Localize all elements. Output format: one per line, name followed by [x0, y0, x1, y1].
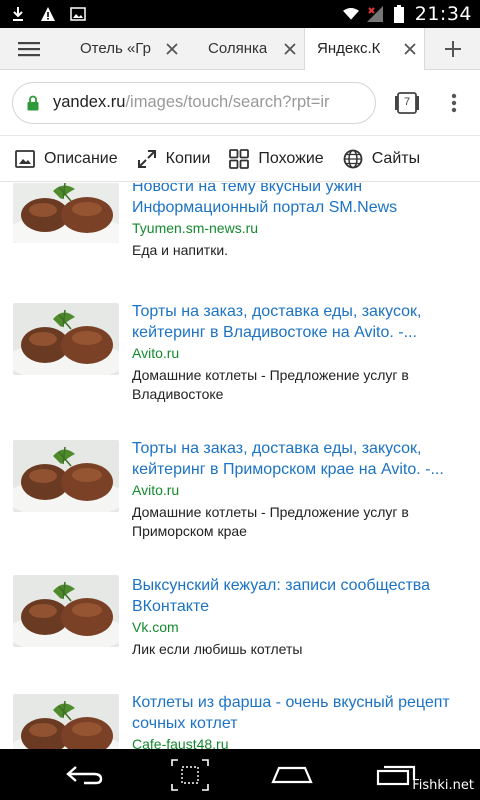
- home-icon: [271, 766, 313, 783]
- result-description: Еда и напитки.: [132, 242, 229, 258]
- result-text: Выксунский кежуал: записи сообщества ВКо…: [132, 575, 472, 659]
- new-tab-button[interactable]: [425, 28, 480, 70]
- menu-button[interactable]: [0, 28, 58, 70]
- tool-label: Сайты: [371, 149, 421, 167]
- address-bar-row: yandex.ru/images/touch/search?rpt=ir 7: [0, 70, 480, 136]
- back-button[interactable]: [55, 749, 115, 800]
- result-text: Новости на тему вкусный ужин Информацион…: [132, 183, 472, 260]
- result-title-link[interactable]: Выксунский кежуал: записи сообщества ВКо…: [132, 575, 472, 617]
- url-path: /images/touch/search?rpt=ir: [125, 93, 330, 111]
- more-vert-icon: [451, 93, 457, 112]
- result-item[interactable]: Котлеты из фарша - очень вкусный рецепт …: [0, 692, 480, 749]
- screenshot-button[interactable]: [160, 749, 220, 800]
- download-icon: [10, 6, 26, 22]
- tool-similar[interactable]: Похожие: [228, 136, 324, 182]
- close-icon: [166, 42, 178, 55]
- warning-icon: [40, 6, 56, 22]
- watermark: Fishki.net: [412, 778, 474, 793]
- close-tab-button[interactable]: [394, 42, 416, 55]
- recents-icon: [376, 765, 416, 785]
- result-site-link[interactable]: Vk.com: [132, 618, 472, 637]
- result-site-link[interactable]: Avito.ru: [132, 481, 472, 500]
- image-icon: [70, 6, 86, 22]
- result-site-link[interactable]: Cafe-faust48.ru: [132, 735, 472, 749]
- result-site-link[interactable]: Tyumen.sm-news.ru: [132, 219, 472, 238]
- screenshot-icon: [171, 758, 209, 791]
- close-tab-button[interactable]: [274, 42, 296, 55]
- result-thumbnail[interactable]: [13, 575, 119, 647]
- result-item[interactable]: Новости на тему вкусный ужин Информацион…: [0, 183, 480, 283]
- back-icon: [66, 765, 103, 784]
- result-thumbnail[interactable]: [13, 303, 119, 375]
- image-icon: [14, 148, 36, 170]
- signal-icon: [366, 6, 383, 22]
- result-thumbnail[interactable]: [13, 183, 119, 243]
- image-tools-bar: Описание Копии Похожие Сайты: [0, 136, 480, 182]
- result-text: Торты на заказ, доставка еды, закусок, к…: [132, 301, 472, 404]
- result-site-link[interactable]: Avito.ru: [132, 344, 472, 363]
- result-title-link[interactable]: Новости на тему вкусный ужин Информацион…: [132, 183, 472, 218]
- address-bar[interactable]: yandex.ru/images/touch/search?rpt=ir: [12, 81, 376, 124]
- tab-label: Яндекс.К: [317, 40, 381, 57]
- navigation-bar: Fishki.net: [0, 749, 480, 800]
- home-button[interactable]: [262, 749, 322, 800]
- result-text: Торты на заказ, доставка еды, закусок, к…: [132, 438, 472, 541]
- tab-solyanka[interactable]: Солянка: [186, 28, 304, 70]
- result-title-link[interactable]: Торты на заказ, доставка еды, закусок, к…: [132, 438, 472, 480]
- url-text: yandex.ru/images/touch/search?rpt=ir: [53, 93, 330, 112]
- close-icon: [284, 42, 296, 55]
- result-description: Лик если любишь котлеты: [132, 641, 303, 657]
- tool-label: Копии: [165, 149, 211, 167]
- close-tab-button[interactable]: [156, 42, 178, 55]
- lock-icon: [13, 95, 53, 111]
- tool-sites[interactable]: Сайты: [342, 136, 420, 182]
- browser-screen: 21:34 Отель «Гр Солянка Яндекс.К yandex.…: [0, 0, 480, 800]
- result-item[interactable]: Торты на заказ, доставка еды, закусок, к…: [0, 301, 480, 431]
- tool-label: Похожие: [258, 149, 324, 167]
- results-list: Новости на тему вкусный ужин Информацион…: [0, 183, 480, 749]
- close-icon: [404, 42, 416, 55]
- tab-label: Отель «Гр: [80, 40, 151, 57]
- result-title-link[interactable]: Котлеты из фарша - очень вкусный рецепт …: [132, 692, 472, 734]
- result-item[interactable]: Выксунский кежуал: записи сообщества ВКо…: [0, 575, 480, 685]
- result-item[interactable]: Торты на заказ, доставка еды, закусок, к…: [0, 438, 480, 568]
- battery-icon: [391, 5, 407, 23]
- tool-copies[interactable]: Копии: [136, 136, 211, 182]
- result-description: Домашние котлеты - Предложение услуг в В…: [132, 367, 409, 402]
- globe-icon: [342, 148, 364, 170]
- result-text: Котлеты из фарша - очень вкусный рецепт …: [132, 692, 472, 749]
- tab-strip: Отель «Гр Солянка Яндекс.К: [0, 27, 480, 70]
- clock: 21:34: [414, 3, 472, 25]
- wifi-icon: [342, 6, 359, 22]
- overflow-menu-button[interactable]: [434, 83, 474, 123]
- result-thumbnail[interactable]: [13, 440, 119, 512]
- result-description: Домашние котлеты - Предложение услуг в П…: [132, 504, 409, 539]
- tab-hotel[interactable]: Отель «Гр: [58, 28, 186, 70]
- result-thumbnail[interactable]: [13, 694, 119, 749]
- result-title-link[interactable]: Торты на заказ, доставка еды, закусок, к…: [132, 301, 472, 343]
- tab-yandex[interactable]: Яндекс.К: [304, 27, 425, 70]
- url-host: yandex.ru: [53, 93, 126, 111]
- tab-switcher-button[interactable]: 7: [394, 90, 420, 116]
- hamburger-icon: [18, 41, 40, 56]
- tab-label: Солянка: [208, 40, 268, 57]
- plus-icon: [444, 40, 461, 57]
- tool-label: Описание: [44, 149, 118, 167]
- grid-icon: [228, 148, 250, 170]
- status-bar: 21:34: [0, 0, 480, 28]
- expand-icon: [136, 148, 158, 170]
- tab-count: 7: [404, 95, 411, 108]
- tool-description[interactable]: Описание: [14, 136, 118, 182]
